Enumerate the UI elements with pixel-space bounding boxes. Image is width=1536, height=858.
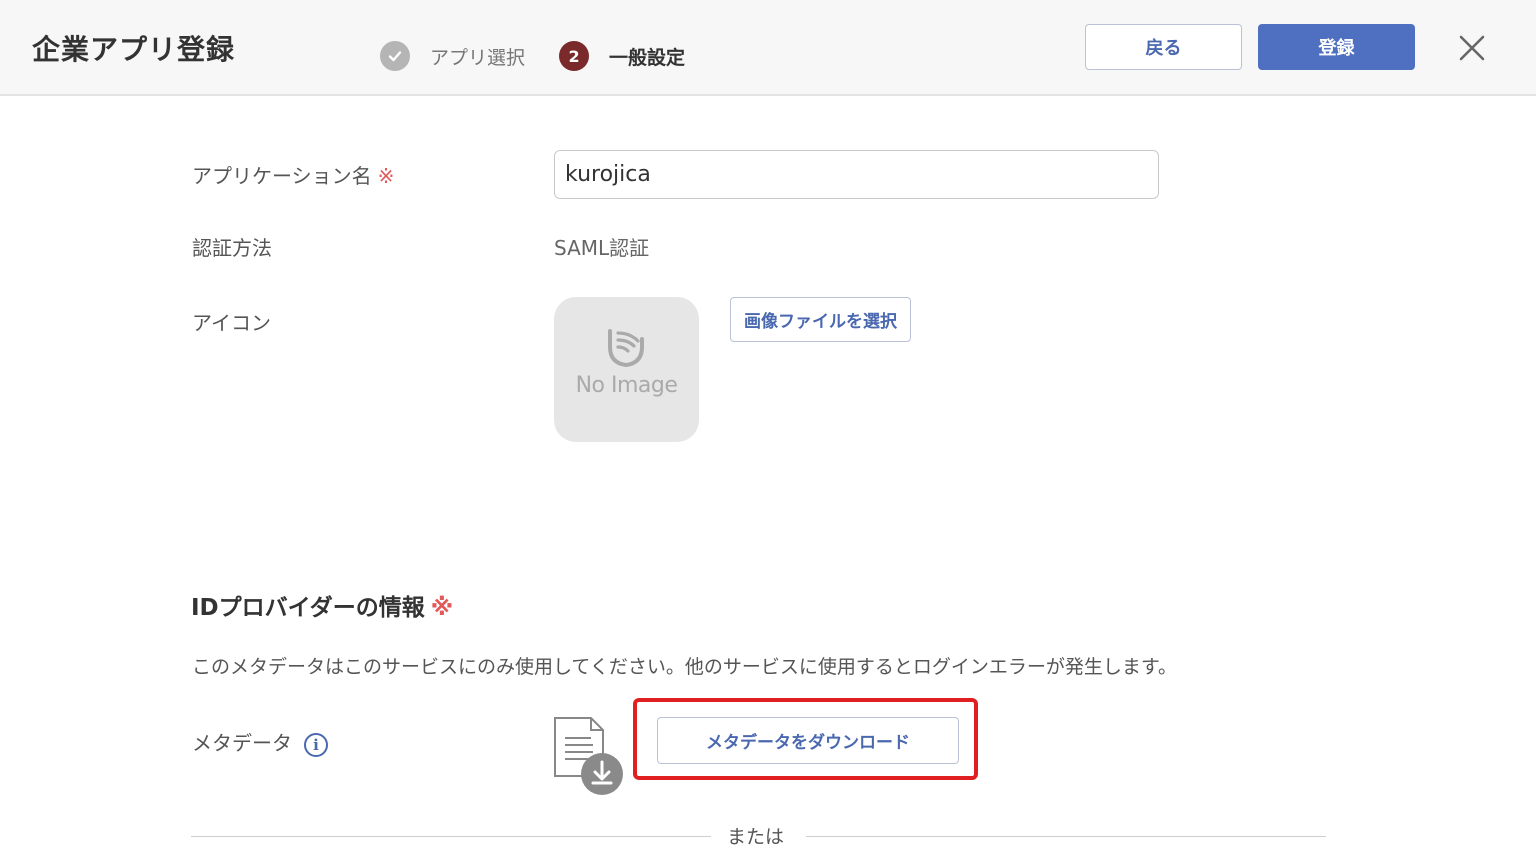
select-image-file-button[interactable]: 画像ファイルを選択	[730, 297, 911, 342]
header-bar: 企業アプリ登録 アプリ選択 2 一般設定 戻る 登録	[0, 0, 1536, 96]
required-mark: ※	[377, 164, 395, 188]
app-name-label: アプリケーション名 ※	[192, 164, 395, 188]
divider-left	[191, 836, 711, 837]
info-icon[interactable]: i	[304, 732, 328, 757]
idp-section-title: IDプロバイダーの情報 ※	[191, 595, 454, 621]
file-download-icon	[553, 716, 625, 802]
metadata-notice: このメタデータはこのサービスにのみ使用してください。他のサービスに使用するとログ…	[192, 656, 1177, 678]
app-icon-preview: No Image	[554, 297, 699, 442]
register-button[interactable]: 登録	[1258, 24, 1415, 70]
metadata-label: メタデータ i	[192, 727, 328, 757]
close-icon[interactable]	[1454, 30, 1490, 66]
app-name-input[interactable]	[554, 150, 1159, 199]
download-metadata-button[interactable]: メタデータをダウンロード	[657, 717, 959, 764]
divider-right	[806, 836, 1326, 837]
step-2-label: 一般設定	[609, 46, 686, 69]
no-image-text: No Image	[575, 373, 678, 398]
page-title: 企業アプリ登録	[32, 33, 236, 66]
step-1-label: アプリ選択	[430, 46, 526, 69]
or-divider-label: または	[727, 826, 785, 848]
auth-method-value: SAML認証	[554, 236, 650, 260]
step-1-check-icon	[380, 41, 410, 71]
auth-method-label: 認証方法	[192, 236, 272, 260]
placeholder-logo-icon	[606, 327, 646, 373]
stepper: アプリ選択 2 一般設定	[380, 40, 719, 72]
step-2-number: 2	[559, 41, 590, 71]
required-mark: ※	[430, 595, 454, 621]
back-button[interactable]: 戻る	[1085, 24, 1242, 70]
icon-label: アイコン	[192, 311, 271, 335]
